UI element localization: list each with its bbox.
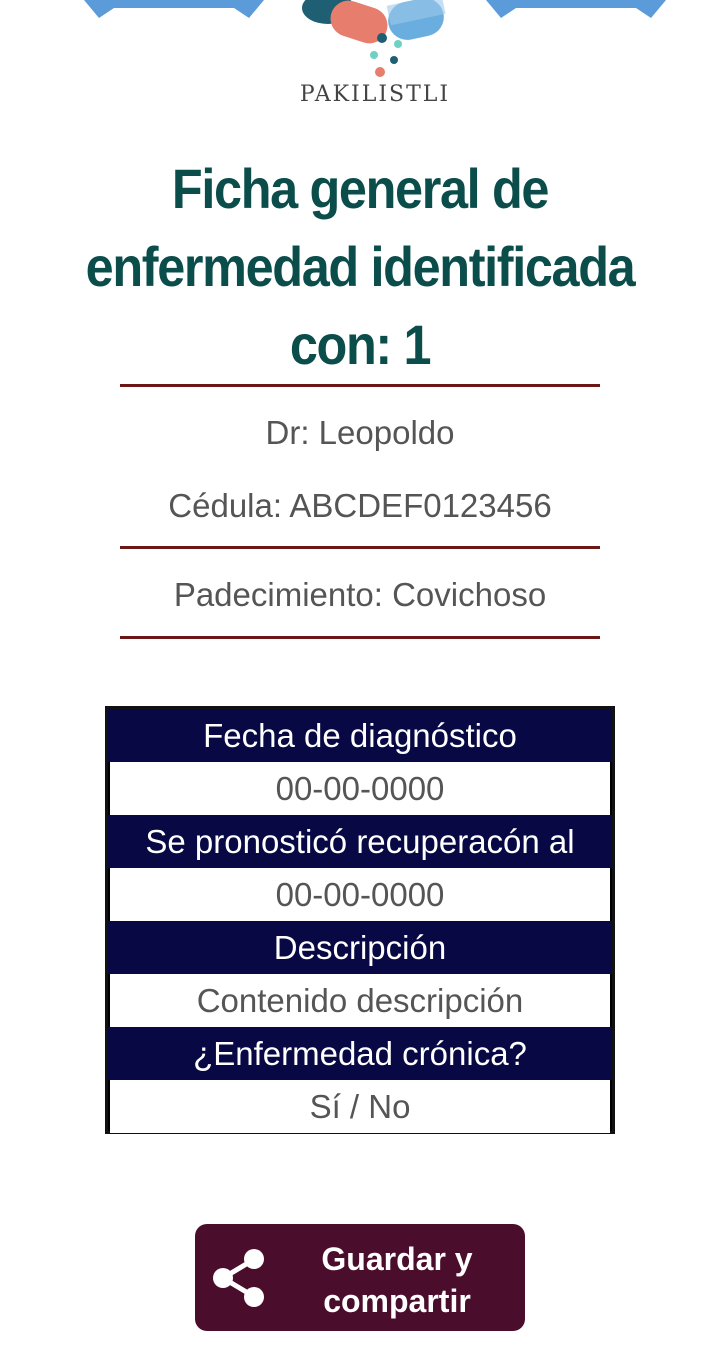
divider <box>120 546 600 549</box>
share-icon <box>213 1249 264 1307</box>
doctor-name: Dr: Leopoldo <box>265 414 455 451</box>
table-value-description: Contenido descripción <box>110 974 610 1027</box>
save-and-share-button[interactable]: Guardar y compartir <box>195 1224 525 1331</box>
table-header-description: Descripción <box>108 921 612 974</box>
page-title: Ficha general de enfermedad identificada… <box>85 157 636 376</box>
logo-text: PAKILISTLI <box>299 82 451 107</box>
table-header-chronic: ¿Enfermedad crónica? <box>108 1027 612 1080</box>
top-right-decoration <box>486 0 666 18</box>
table-header-recovery-date: Se pronosticó recuperacón al <box>108 815 612 868</box>
table-value-recovery-date: 00-00-0000 <box>110 868 610 921</box>
table-value-diagnosis-date: 00-00-0000 <box>110 762 610 815</box>
table-value-chronic: Sí / No <box>110 1080 610 1133</box>
cedula-text: Cédula: ABCDEF0123456 <box>168 487 552 524</box>
divider <box>120 636 600 639</box>
pills-logo-icon <box>302 0 446 77</box>
table-header-diagnosis-date: Fecha de diagnóstico <box>108 709 612 762</box>
padecimiento-text: Padecimiento: Covichoso <box>173 576 547 613</box>
app-logo: PAKILISTLI <box>290 0 460 110</box>
disease-details-table: Fecha de diagnóstico 00-00-0000 Se prono… <box>105 706 615 1134</box>
top-left-decoration <box>84 0 264 18</box>
divider <box>120 384 600 387</box>
save-button-label: Guardar y compartir <box>321 1241 473 1319</box>
